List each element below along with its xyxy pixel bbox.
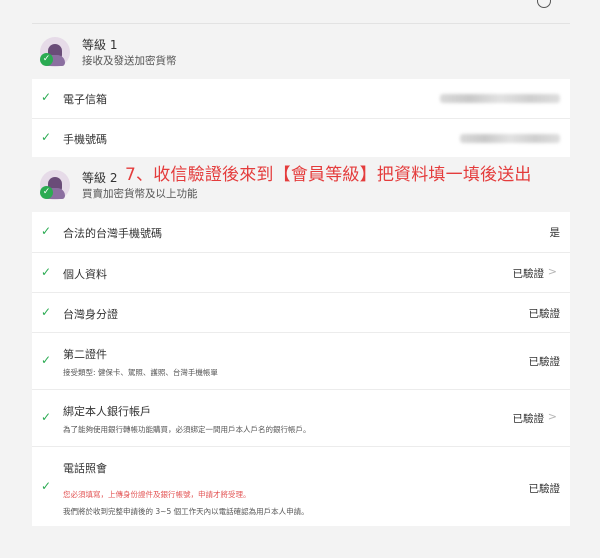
email-label: 電子信箱: [63, 93, 107, 106]
check-icon: ✓: [41, 130, 52, 144]
help-circle-icon[interactable]: [537, 0, 551, 8]
level-1-subtitle: 接收及發送加密貨幣: [82, 55, 177, 67]
level-1-card: ✓ 電子信箱 ✓ 手機號碼: [32, 79, 570, 157]
row-note-warning: 您必須填寫，上傳身份證件及銀行帳號，申請才將受理。: [63, 490, 251, 499]
annotation-text: 7、收信驗證後來到【會員等級】把資料填一填後送出: [125, 165, 532, 185]
check-icon: ✓: [41, 353, 52, 367]
status-text: 已驗證: [528, 483, 561, 495]
check-icon: ✓: [41, 224, 52, 238]
check-icon: ✓: [41, 410, 52, 424]
row-label: 合法的台灣手機號碼: [63, 227, 162, 240]
row-label: 綁定本人銀行帳戶: [63, 405, 151, 418]
level-2-card: ✓ 合法的台灣手機號碼 是 ✓ 個人資料 已驗證 > ✓ 台灣身分證 已驗證 ✓…: [32, 212, 570, 526]
phone-value-blurred: [460, 134, 560, 143]
status-text: 已驗證: [512, 413, 545, 425]
level-2-subtitle: 買賣加密貨幣及以上功能: [82, 188, 198, 200]
status-text: 已驗證: [528, 356, 561, 368]
personal-info-row[interactable]: ✓ 個人資料 已驗證 >: [32, 252, 570, 292]
list-item: ✓ 第二證件 接受類型: 健保卡、駕照、護照、台灣手機帳單 已驗證: [32, 332, 570, 389]
check-icon: ✓: [41, 479, 52, 493]
top-divider: [32, 23, 570, 24]
row-label: 第二證件: [63, 348, 107, 361]
row-note: 為了能夠使用銀行轉帳功能購買，必須綁定一間用戶本人戶名的銀行帳戶。: [63, 425, 311, 434]
bank-account-row[interactable]: ✓ 綁定本人銀行帳戶 為了能夠使用銀行轉帳功能購買，必須綁定一間用戶本人戶名的銀…: [32, 389, 570, 446]
list-item: ✓ 手機號碼: [32, 118, 570, 157]
level-2-avatar: ✓: [40, 170, 70, 200]
chevron-right-icon[interactable]: >: [548, 265, 557, 278]
status-text: 已驗證: [512, 268, 545, 280]
row-label: 個人資料: [63, 268, 107, 281]
check-icon: ✓: [41, 305, 52, 319]
check-icon: ✓: [41, 265, 52, 279]
list-item: ✓ 電子信箱: [32, 79, 570, 118]
check-icon: ✓: [40, 53, 53, 66]
row-note: 我們將於收到完整申請後的 3~5 個工作天內以電話確認為用戶本人申請。: [63, 507, 309, 516]
status-text: 已驗證: [528, 308, 561, 320]
row-label: 台灣身分證: [63, 308, 118, 321]
level-1-header: ✓ 等級 1 接收及發送加密貨幣: [40, 37, 177, 69]
list-item: ✓ 合法的台灣手機號碼 是: [32, 212, 570, 252]
email-value-blurred: [440, 94, 560, 103]
check-icon: ✓: [40, 186, 53, 199]
row-note: 接受類型: 健保卡、駕照、護照、台灣手機帳單: [63, 368, 218, 377]
level-1-avatar: ✓: [40, 37, 70, 67]
chevron-right-icon[interactable]: >: [548, 410, 557, 423]
list-item: ✓ 台灣身分證 已驗證: [32, 292, 570, 332]
status-text: 是: [549, 227, 561, 239]
level-1-title: 等級 1: [82, 38, 118, 52]
phone-label: 手機號碼: [63, 133, 107, 146]
check-icon: ✓: [41, 90, 52, 104]
row-label: 電話照會: [63, 462, 107, 475]
list-item: ✓ 電話照會 您必須填寫，上傳身份證件及銀行帳號，申請才將受理。 我們將於收到完…: [32, 446, 570, 526]
